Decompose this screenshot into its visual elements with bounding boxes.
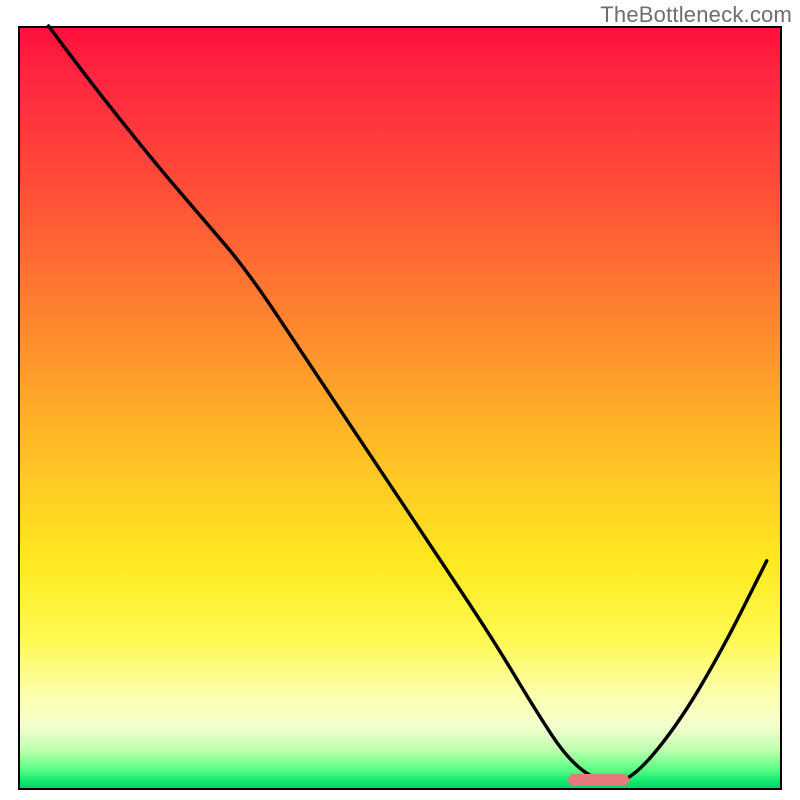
plot-area	[18, 26, 782, 790]
curve-layer	[18, 26, 782, 790]
watermark-text: TheBottleneck.com	[600, 2, 792, 28]
chart-container: TheBottleneck.com	[0, 0, 800, 800]
optimal-range-marker	[568, 774, 629, 786]
bottleneck-curve-path	[49, 26, 767, 782]
